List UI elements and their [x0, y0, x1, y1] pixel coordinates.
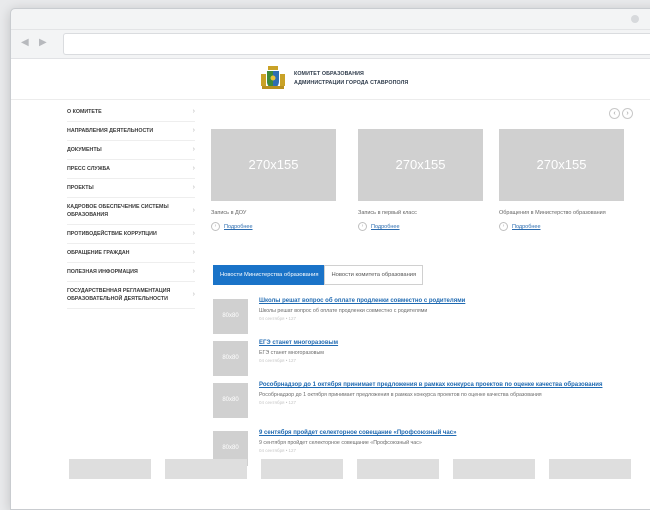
card-title: Запись в ДОУ — [211, 210, 247, 216]
news-title-link[interactable]: ЕГЭ станет многоразовым — [259, 339, 633, 347]
sidebar-item-label: О КОМИТЕТЕ — [67, 109, 102, 115]
sidebar-item-label: ПРОЕКТЫ — [67, 185, 94, 191]
sidebar-item-label: КАДРОВОЕ ОБЕСПЕЧЕНИЕ СИСТЕМЫ ОБРАЗОВАНИЯ — [67, 204, 169, 218]
chevron-right-icon: › — [358, 222, 367, 231]
chevron-right-icon: › — [192, 146, 195, 153]
carousel-prev-icon[interactable]: ‹ — [609, 108, 620, 119]
sidebar-item-appeals[interactable]: ОБРАЩЕНИЕ ГРАЖДАН › — [67, 244, 195, 263]
carousel-next-icon[interactable]: › — [622, 108, 633, 119]
sidebar-item-label: ПРОТИВОДЕЙСТВИЕ КОРРУПЦИИ — [67, 231, 157, 237]
footer-banner-placeholder[interactable] — [165, 459, 247, 479]
chevron-right-icon: › — [192, 165, 195, 172]
site-title: КОМИТЕТ ОБРАЗОВАНИЯ АДМИНИСТРАЦИИ ГОРОДА… — [294, 70, 408, 88]
sidebar-menu: О КОМИТЕТЕ › НАПРАВЛЕНИЯ ДЕЯТЕЛЬНОСТИ › ДО… — [67, 103, 195, 309]
news-description: 9 сентября пройдет селекторное совещание… — [259, 440, 422, 446]
address-bar[interactable] — [63, 33, 650, 55]
sidebar-item-regulation[interactable]: ГОСУДАРСТВЕННАЯ РЕГЛАМЕНТАЦИЯ ОБРАЗОВАТЕ… — [67, 282, 195, 309]
footer-banner-placeholder[interactable] — [69, 459, 151, 479]
tab-committee-news[interactable]: Новости комитета образования — [324, 265, 424, 285]
news-description: Рособрнадзор до 1 октября принимает пред… — [259, 392, 542, 398]
chevron-right-icon: › — [192, 184, 195, 191]
chevron-right-icon: › — [192, 207, 195, 214]
news-meta: 04 сентября • 127 — [259, 448, 297, 453]
site-header: КОМИТЕТ ОБРАЗОВАНИЯ АДМИНИСТРАЦИИ ГОРОДА… — [11, 59, 650, 100]
service-card: 270x155 Запись в первый класс › Подробнее — [358, 129, 483, 231]
sidebar-item-projects[interactable]: ПРОЕКТЫ › — [67, 179, 195, 198]
footer-banner-placeholder[interactable] — [453, 459, 535, 479]
news-thumbnail[interactable]: 80x80 — [213, 299, 248, 334]
news-tabs: Новости Министерства образования Новости… — [213, 265, 424, 285]
news-meta: 04 сентября • 127 — [259, 400, 297, 405]
footer-banner-placeholder[interactable] — [549, 459, 631, 479]
coat-of-arms-icon[interactable] — [259, 64, 287, 91]
service-card: 270x155 Обращения в Министерство образов… — [499, 129, 624, 231]
browser-toolbar: ◀ ▶ — [11, 29, 650, 58]
card-image-placeholder[interactable]: 270x155 — [358, 129, 483, 201]
carousel-controls: ‹ › — [607, 102, 633, 120]
sidebar-item-directions[interactable]: НАПРАВЛЕНИЯ ДЕЯТЕЛЬНОСТИ › — [67, 122, 195, 141]
news-title-link[interactable]: Школы решат вопрос об оплате продленки с… — [259, 297, 633, 305]
card-image-placeholder[interactable]: 270x155 — [211, 129, 336, 201]
chevron-right-icon: › — [192, 268, 195, 275]
footer-banner-placeholder[interactable] — [261, 459, 343, 479]
card-more-label: Подробнее — [512, 223, 541, 230]
tab-ministry-news[interactable]: Новости Министерства образования — [213, 265, 326, 285]
card-more-link[interactable]: › Подробнее — [499, 222, 624, 231]
card-image-placeholder[interactable]: 270x155 — [499, 129, 624, 201]
list-item: 80x80 Рособрнадзор до 1 октября принимае… — [213, 381, 633, 429]
card-more-link[interactable]: › Подробнее — [211, 222, 336, 231]
sidebar-item-label: ПОЛЕЗНАЯ ИНФОРМАЦИЯ — [67, 269, 138, 275]
sidebar-item-label: ДОКУМЕНТЫ — [67, 147, 102, 153]
sidebar-item-label: ГОСУДАРСТВЕННАЯ РЕГЛАМЕНТАЦИЯ ОБРАЗОВАТЕ… — [67, 288, 171, 302]
sidebar-item-label: НАПРАВЛЕНИЯ ДЕЯТЕЛЬНОСТИ — [67, 128, 154, 134]
site-title-line1: КОМИТЕТ ОБРАЗОВАНИЯ — [294, 71, 364, 77]
sidebar-item-label: ОБРАЩЕНИЕ ГРАЖДАН — [67, 250, 130, 256]
chevron-right-icon: › — [192, 230, 195, 237]
news-title-link[interactable]: Рособрнадзор до 1 октября принимает пред… — [259, 381, 633, 389]
news-thumbnail[interactable]: 80x80 — [213, 341, 248, 376]
chevron-right-icon: › — [211, 222, 220, 231]
card-title: Обращения в Министерство образования — [499, 210, 606, 216]
list-item: 80x80 Школы решат вопрос об оплате продл… — [213, 297, 633, 339]
news-meta: 04 сентября • 127 — [259, 316, 297, 321]
news-list: 80x80 Школы решат вопрос об оплате продл… — [213, 297, 633, 471]
chevron-right-icon: › — [192, 291, 195, 298]
sidebar-item-label: ПРЕСС СЛУЖБА — [67, 166, 110, 172]
browser-window: ◀ ▶ КОМИТЕТ ОБРАЗОВАНИЯ АДМИНИСТРАЦИИ ГО… — [10, 8, 650, 510]
card-more-link[interactable]: › Подробнее — [358, 222, 483, 231]
news-thumbnail[interactable]: 80x80 — [213, 383, 248, 418]
sidebar-item-documents[interactable]: ДОКУМЕНТЫ › — [67, 141, 195, 160]
site-title-line2: АДМИНИСТРАЦИИ ГОРОДА СТАВРОПОЛЯ — [294, 80, 409, 86]
web-page: КОМИТЕТ ОБРАЗОВАНИЯ АДМИНИСТРАЦИИ ГОРОДА… — [11, 58, 650, 509]
news-meta: 04 сентября • 127 — [259, 358, 297, 363]
window-titlebar — [11, 9, 650, 29]
card-title: Запись в первый класс — [358, 210, 417, 216]
news-title-link[interactable]: 9 сентября пройдет селекторное совещание… — [259, 429, 633, 437]
chevron-right-icon: › — [192, 127, 195, 134]
news-description: Школы решат вопрос об оплате продленки с… — [259, 308, 428, 314]
sidebar-item-useful-info[interactable]: ПОЛЕЗНАЯ ИНФОРМАЦИЯ › — [67, 263, 195, 282]
card-more-label: Подробнее — [224, 223, 253, 230]
chevron-right-icon: › — [499, 222, 508, 231]
service-card: 270x155 Запись в ДОУ › Подробнее — [211, 129, 336, 231]
list-item: 80x80 ЕГЭ станет многоразовым ЕГЭ станет… — [213, 339, 633, 381]
card-more-label: Подробнее — [371, 223, 400, 230]
chevron-right-icon: › — [192, 108, 195, 115]
window-control-dot[interactable] — [631, 15, 639, 23]
sidebar-item-staffing[interactable]: КАДРОВОЕ ОБЕСПЕЧЕНИЕ СИСТЕМЫ ОБРАЗОВАНИЯ… — [67, 198, 195, 225]
sidebar-item-anticorruption[interactable]: ПРОТИВОДЕЙСТВИЕ КОРРУПЦИИ › — [67, 225, 195, 244]
forward-button[interactable]: ▶ — [39, 37, 47, 48]
sidebar-item-press[interactable]: ПРЕСС СЛУЖБА › — [67, 160, 195, 179]
sidebar-item-about[interactable]: О КОМИТЕТЕ › — [67, 103, 195, 122]
footer-banner-placeholder[interactable] — [357, 459, 439, 479]
back-button[interactable]: ◀ — [21, 37, 29, 48]
chevron-right-icon: › — [192, 249, 195, 256]
news-description: ЕГЭ станет многоразовым — [259, 350, 324, 356]
